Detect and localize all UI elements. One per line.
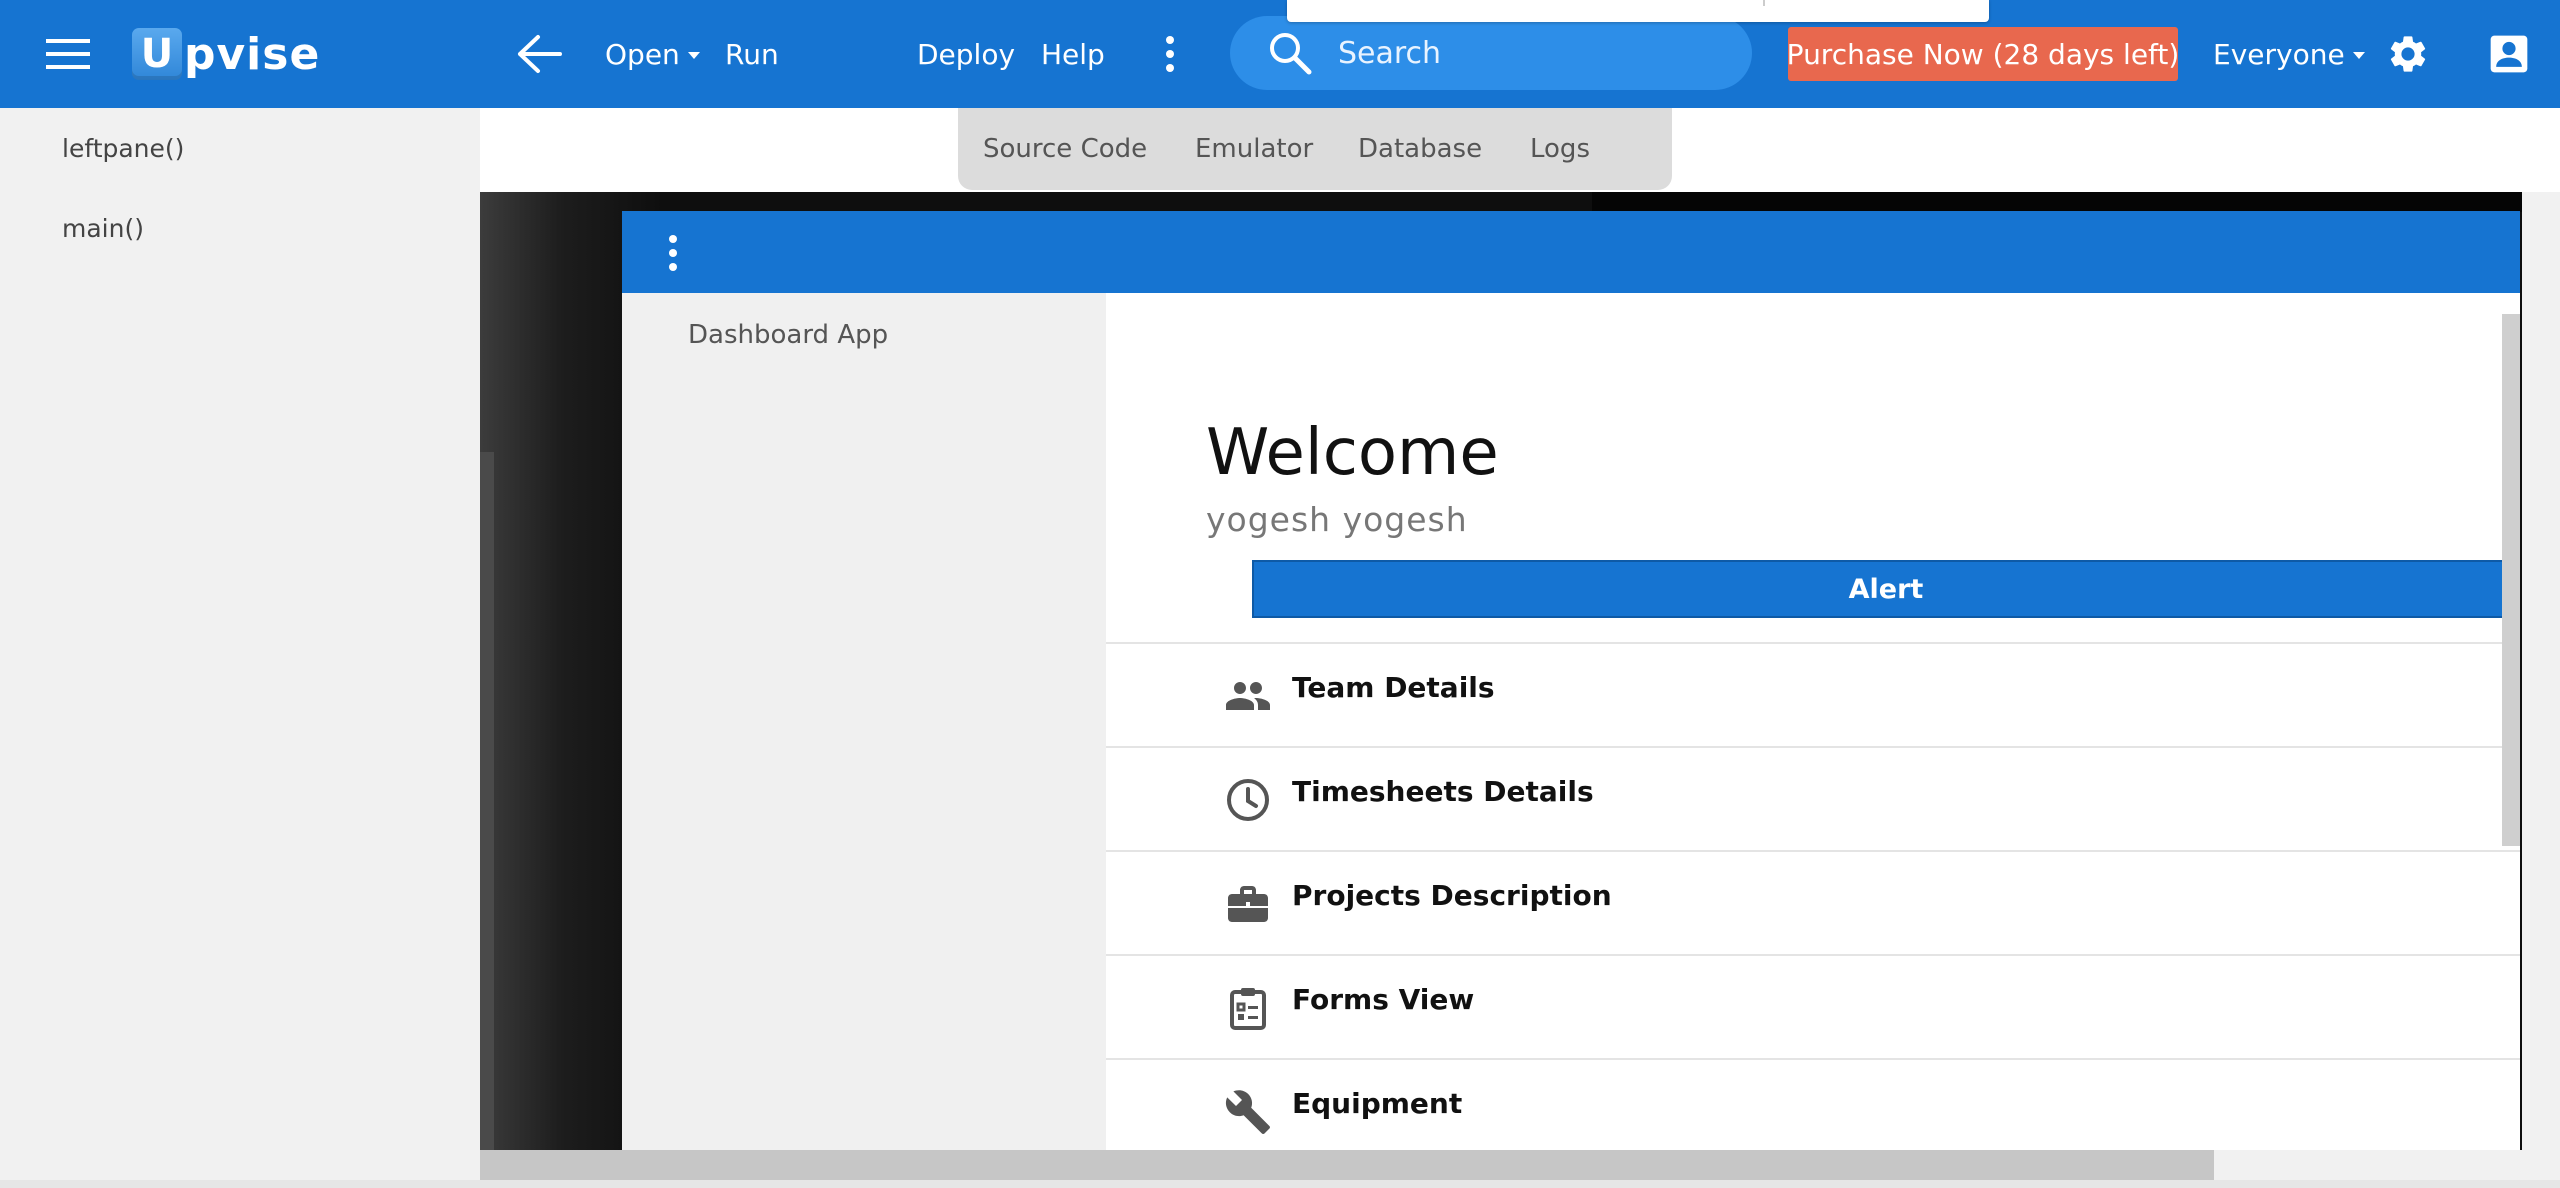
app-menu-icon[interactable] [666, 231, 680, 275]
logo-badge: U [132, 28, 182, 80]
list-item-label: Forms View [1292, 983, 1475, 1016]
audience-filter-label: Everyone [2213, 37, 2345, 71]
tab-database[interactable]: Database [1358, 108, 1482, 190]
bottom-edge [0, 1180, 2560, 1188]
device-side-edge [480, 452, 494, 1150]
search-dropdown-panel [1287, 0, 1989, 22]
list-item-label: Timesheets Details [1292, 775, 1594, 808]
list-item-equipment[interactable]: Equipment [1106, 1058, 2520, 1150]
search-icon [1270, 33, 1312, 75]
deploy-button[interactable]: Deploy [917, 0, 1015, 108]
caret-down-icon [2352, 52, 2365, 59]
list-item-label: Equipment [1292, 1087, 1463, 1120]
alert-button[interactable]: Alert [1252, 560, 2520, 618]
list-item-forms-view[interactable]: Forms View [1106, 954, 2520, 1058]
app-sidebar-title[interactable]: Dashboard App [688, 320, 888, 350]
user-name: yogesh yogesh [1206, 500, 1468, 539]
open-menu[interactable]: Open [605, 0, 700, 108]
clock-icon [1224, 776, 1274, 826]
account-icon[interactable] [2487, 0, 2531, 108]
gear-icon[interactable] [2386, 0, 2430, 108]
caret-down-icon [687, 52, 700, 59]
app-vertical-scrollbar[interactable] [2502, 314, 2520, 846]
list-item-projects-description[interactable]: Projects Description [1106, 850, 2520, 954]
help-button[interactable]: Help [1041, 0, 1105, 108]
list-item-label: Team Details [1292, 671, 1495, 704]
search-placeholder: Search [1338, 35, 1442, 71]
audience-filter-menu[interactable]: Everyone [2213, 0, 2365, 108]
device-bezel [1592, 192, 2522, 212]
tab-emulator[interactable]: Emulator [1195, 108, 1313, 190]
welcome-heading: Welcome [1206, 416, 1499, 490]
function-item-leftpane[interactable]: leftpane() [62, 134, 184, 163]
clipboard-icon [1224, 984, 1274, 1034]
wrench-icon [1224, 1088, 1274, 1138]
list-item-timesheets-details[interactable]: Timesheets Details [1106, 746, 2520, 850]
editor-tabs: Source Code Emulator Database Logs [958, 108, 1672, 190]
top-toolbar: U pvise Open Run Deploy Help Search Purc… [0, 0, 2560, 108]
function-item-main[interactable]: main() [62, 214, 144, 243]
app-main-content: Welcome yogesh yogesh Alert Team Details… [1106, 293, 2520, 1150]
left-pane: leftpane() main() [0, 108, 480, 1188]
open-label: Open [605, 37, 680, 71]
hamburger-menu-icon[interactable] [46, 0, 94, 108]
run-button[interactable]: Run [725, 0, 779, 108]
logo-text: pvise [184, 28, 321, 80]
briefcase-icon [1224, 880, 1274, 930]
app-header-bar [622, 211, 2520, 293]
emulator-screen: Dashboard App Welcome yogesh yogesh Aler… [622, 211, 2520, 1150]
more-options-icon[interactable] [1158, 0, 1182, 108]
list-item-team-details[interactable]: Team Details [1106, 642, 2520, 746]
upvise-logo: U pvise [132, 28, 320, 80]
list-item-label: Projects Description [1292, 879, 1612, 912]
purchase-button[interactable]: Purchase Now (28 days left) [1787, 27, 2179, 81]
back-arrow-icon[interactable] [516, 0, 564, 108]
horizontal-scrollbar[interactable] [480, 1150, 2214, 1180]
search-box[interactable]: Search [1230, 16, 1752, 90]
tab-logs[interactable]: Logs [1530, 108, 1590, 190]
tab-source-code[interactable]: Source Code [983, 108, 1147, 190]
people-icon [1224, 672, 1274, 722]
